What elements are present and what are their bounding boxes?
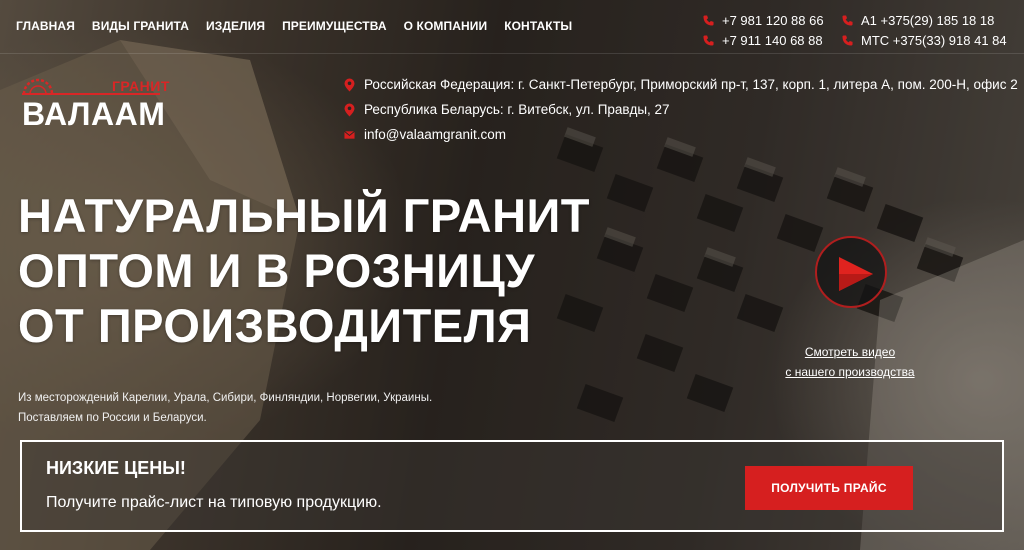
nav-item-granite-types[interactable]: ВИДЫ ГРАНИТА	[92, 19, 189, 33]
headline-line-2: ОПТОМ И В РОЗНИЦУ	[18, 244, 536, 297]
play-icon	[839, 257, 873, 291]
phone-by-2[interactable]: МТС +375(33) 918 41 84	[842, 30, 1007, 50]
phone-icon	[703, 14, 714, 26]
email-link[interactable]: info@valaamgranit.com	[364, 127, 506, 142]
phone-number: МТС +375(33) 918 41 84	[861, 32, 1007, 48]
video-play-button[interactable]	[815, 236, 887, 308]
video-link-line-1: Смотреть видео	[804, 345, 896, 359]
video-link-line-2: с нашего производства	[785, 365, 915, 379]
contacts-block: Российская Федерация: г. Санкт-Петербург…	[344, 72, 1018, 147]
mail-icon	[344, 130, 355, 139]
address-text: Республика Беларусь: г. Витебск, ул. Пра…	[364, 102, 670, 117]
phone-number: +7 981 120 88 66	[722, 12, 824, 28]
phone-by-1[interactable]: А1 +375(29) 185 18 18	[842, 10, 1007, 30]
nav-item-contacts[interactable]: КОНТАКТЫ	[504, 19, 572, 33]
phone-ru-1[interactable]: +7 981 120 88 66	[703, 10, 824, 30]
phone-icon	[842, 34, 853, 46]
main-nav: ГЛАВНАЯ ВИДЫ ГРАНИТА ИЗДЕЛИЯ ПРЕИМУЩЕСТВ…	[16, 19, 572, 33]
email-row[interactable]: info@valaamgranit.com	[344, 122, 1018, 147]
nav-item-products[interactable]: ИЗДЕЛИЯ	[206, 19, 265, 33]
address-text: Российская Федерация: г. Санкт-Петербург…	[364, 77, 1018, 92]
phone-number: +7 911 140 68 88	[722, 32, 823, 48]
price-text: Получите прайс-лист на типовую продукцию…	[46, 494, 382, 511]
hero-subtext: Из месторождений Карелии, Урала, Сибири,…	[18, 388, 432, 428]
phones-russia: +7 981 120 88 66 +7 911 140 68 88	[703, 10, 824, 50]
logo-subtitle: ГРАНИТ	[112, 78, 170, 94]
header-divider	[0, 53, 1024, 54]
address-belarus: Республика Беларусь: г. Витебск, ул. Пра…	[344, 97, 1018, 122]
subtext-line-1: Из месторождений Карелии, Урала, Сибири,…	[18, 392, 433, 404]
address-russia: Российская Федерация: г. Санкт-Петербург…	[344, 72, 1018, 97]
logo-title: ВАЛААМ	[22, 96, 166, 132]
site-logo[interactable]: ГРАНИТ ВАЛААМ	[20, 72, 170, 134]
get-price-button[interactable]: ПОЛУЧИТЬ ПРАЙС	[745, 466, 913, 510]
logo-bar	[22, 93, 160, 95]
phone-icon	[703, 34, 714, 46]
phone-number: А1 +375(29) 185 18 18	[861, 12, 995, 28]
nav-item-advantages[interactable]: ПРЕИМУЩЕСТВА	[282, 19, 387, 33]
subtext-line-2: Поставляем по России и Беларуси.	[18, 412, 207, 424]
price-title: НИЗКИЕ ЦЕНЫ!	[46, 458, 186, 478]
phones-belarus: А1 +375(29) 185 18 18 МТС +375(33) 918 4…	[842, 10, 1007, 50]
location-pin-icon	[344, 103, 355, 116]
video-link[interactable]: Смотреть видео с нашего производства	[780, 342, 920, 382]
nav-item-about[interactable]: О КОМПАНИИ	[404, 19, 488, 33]
nav-item-home[interactable]: ГЛАВНАЯ	[16, 19, 75, 33]
phone-ru-2[interactable]: +7 911 140 68 88	[703, 30, 824, 50]
price-offer-box: НИЗКИЕ ЦЕНЫ! Получите прайс-лист на типо…	[20, 440, 1004, 532]
location-pin-icon	[344, 78, 355, 91]
headline-line-3: ОТ ПРОИЗВОДИТЕЛЯ	[18, 299, 532, 352]
headline-line-1: НАТУРАЛЬНЫЙ ГРАНИТ	[18, 189, 591, 242]
hero-headline: НАТУРАЛЬНЫЙ ГРАНИТ ОПТОМ И В РОЗНИЦУ ОТ …	[18, 188, 590, 353]
phone-icon	[842, 14, 853, 26]
